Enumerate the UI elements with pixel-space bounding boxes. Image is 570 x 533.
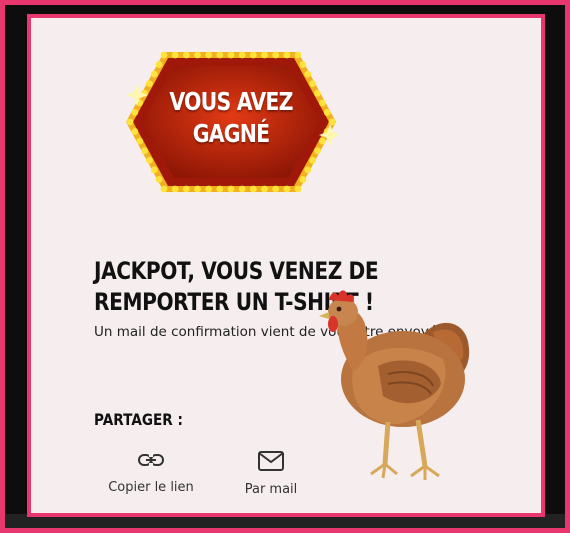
marquee-bulb [136, 137, 144, 145]
link-icon [138, 454, 164, 466]
marquee-bulb [171, 51, 179, 59]
marquee-bulb [227, 185, 235, 193]
marquee-bulb [131, 109, 139, 116]
marquee-bulb [155, 176, 163, 183]
marquee-bulb [171, 185, 179, 193]
winner-marquee-badge: VOUS AVEZ GAGNÉ [124, 46, 338, 198]
share-heading: PARTAGER : [94, 410, 183, 429]
badge-line-1: VOUS AVEZ [169, 87, 293, 116]
marquee-bulb [283, 51, 291, 59]
marquee-bulb [299, 176, 307, 183]
marquee-bulb [272, 51, 280, 59]
marquee-bulb [304, 166, 312, 174]
marquee-bulb [272, 185, 280, 193]
marquee-bulb [160, 185, 168, 193]
marquee-bulb [205, 185, 213, 193]
marquee-bulb [216, 185, 224, 193]
marquee-bulb [323, 109, 331, 116]
mail-icon [258, 451, 284, 471]
marquee-bulb [238, 51, 246, 59]
marquee-bulb [238, 185, 246, 193]
marquee-bulb [249, 51, 257, 59]
marquee-bulb [126, 118, 134, 126]
marquee-bulb [294, 185, 302, 193]
marquee-bulb [150, 166, 158, 174]
marquee-bulb [304, 70, 312, 78]
copy-link-label: Copier le lien [108, 480, 194, 495]
chicken-image [319, 290, 470, 480]
marquee-bulb [328, 118, 336, 126]
marquee-bulb [283, 185, 291, 193]
marquee-bulb [294, 51, 302, 59]
marquee-bulb [261, 51, 268, 59]
marquee-bulb [160, 51, 168, 59]
marquee-bulb [227, 51, 235, 59]
marquee-bulb [309, 156, 316, 164]
win-card: VOUS AVEZ GAGNÉ JACKPOT, VOUS VENEZ DE R… [27, 14, 545, 517]
marquee-bulb [194, 185, 201, 193]
marquee-bulb [299, 61, 307, 68]
marquee-bulb [249, 185, 257, 193]
marquee-bulb [261, 185, 268, 193]
marquee-bulb [150, 70, 158, 78]
marquee-bulb [318, 99, 326, 107]
marquee-bulb [146, 156, 153, 164]
badge-line-2: GAGNÉ [192, 119, 270, 148]
marquee-bulb [318, 137, 326, 145]
marquee-bulb [155, 61, 163, 68]
marquee-bulb [182, 185, 190, 193]
marquee-bulb [205, 51, 213, 59]
marquee-bulb [194, 51, 201, 59]
copy-link-button[interactable]: Copier le lien [96, 450, 206, 495]
marquee-bulb [131, 128, 139, 135]
marquee-bulb [216, 51, 224, 59]
badge-title: VOUS AVEZ GAGNÉ [143, 86, 318, 150]
marquee-bulb [182, 51, 190, 59]
